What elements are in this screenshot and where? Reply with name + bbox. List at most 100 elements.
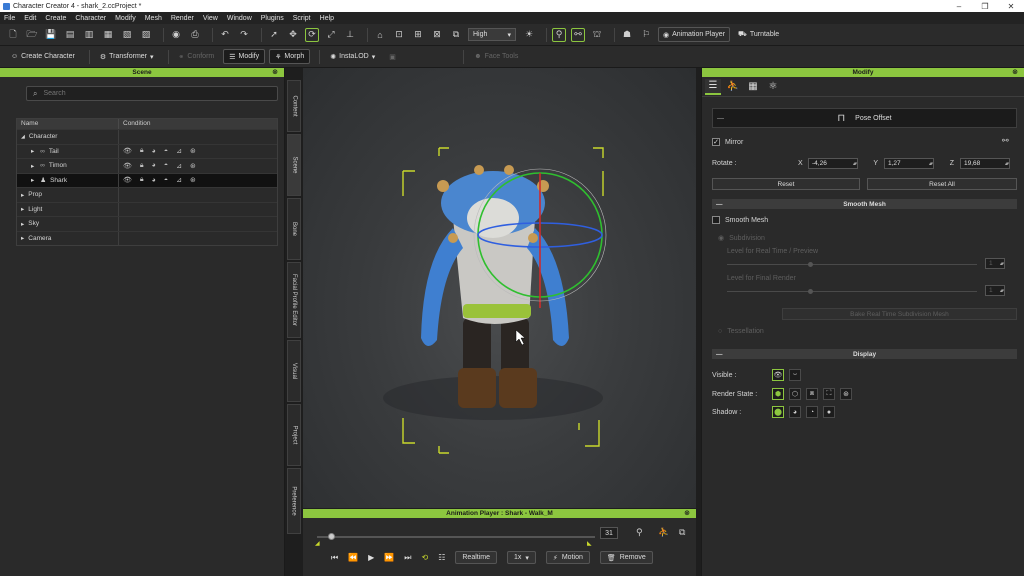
close-button[interactable]: ✕ [998,2,1024,11]
move-icon[interactable]: ✥ [286,28,300,42]
tree-row-light[interactable]: ▸ Light [17,201,277,216]
tree-row-prop[interactable]: ▸ Prop [17,187,277,202]
import-icon[interactable]: ▤ [63,28,77,42]
level-final-slider[interactable] [727,291,977,292]
display-section[interactable]: — Display [712,349,1017,359]
flat-shaded-icon[interactable]: ⬡ [789,388,801,400]
expand-icon[interactable]: ▸ [21,234,24,242]
redo-icon[interactable]: ↷ [237,28,251,42]
new-file-icon[interactable]: 🗋 [6,28,20,42]
lock-icon[interactable]: 🔒︎ [140,147,144,155]
menu-modify[interactable]: Modify [115,15,136,22]
menu-window[interactable]: Window [227,15,252,22]
close-icon[interactable]: ⊗ [684,509,690,518]
shadow-cast-icon[interactable]: ◕ [789,406,801,418]
reset-button[interactable]: Reset [712,178,860,190]
maximize-button[interactable]: ❐ [972,2,998,11]
face-tools-button[interactable]: ☻ Face Tools [469,49,523,64]
tree-row-shark[interactable]: ▸ ♟ Shark 👁 🔒︎ ◕ ◓ ⊿ ⊛ [17,172,277,187]
shading-icon[interactable]: ◕ [152,162,156,169]
tab-facial-profile-editor[interactable]: Facial Profile Editor [287,262,301,338]
light-icon[interactable]: ☀ [522,28,536,42]
mirror-checkbox[interactable]: ✓ [712,138,720,146]
menu-mesh[interactable]: Mesh [145,15,162,22]
quality-select[interactable]: High ▾ [468,28,516,41]
timeline-knob[interactable] [328,533,335,540]
xray-icon[interactable]: ⊛ [190,147,196,155]
wireframe-icon[interactable]: ⊿ [176,176,182,184]
wireframe-cube-icon[interactable]: ⧈ [806,388,818,400]
close-icon[interactable]: ⊗ [272,68,278,77]
home-view-icon[interactable]: ⌂ [373,28,387,42]
rotate-z-field[interactable]: 19,68 [960,158,1010,169]
expand-icon[interactable]: ▸ [21,205,24,213]
subdivision-radio[interactable]: ◉ [718,234,724,242]
tab-attributes-sliders-icon[interactable]: ☰ [705,78,721,95]
menu-edit[interactable]: Edit [24,15,36,22]
shadow-full-icon[interactable]: ⬤ [772,406,784,418]
wireframe-icon[interactable]: ⊿ [176,162,182,170]
export-fbx-icon[interactable]: ▦ [101,28,115,42]
range-start-marker[interactable]: ◢ [315,540,320,547]
reset-all-button[interactable]: Reset All [867,178,1017,190]
users-icon[interactable]: ☗ [620,28,634,42]
range-end-marker[interactable]: ◣ [587,540,592,547]
rotate-y-field[interactable]: 1,27 [884,158,934,169]
previous-frame-icon[interactable]: ⏪ [348,553,358,562]
level-final-knob[interactable] [808,289,813,294]
menu-file[interactable]: File [4,15,15,22]
visible-eye-icon[interactable]: 👁 [123,162,132,170]
select-icon[interactable]: ➚ [267,28,281,42]
zoom-extents-icon[interactable]: ⊠ [430,28,444,42]
expand-icon[interactable]: ▸ [21,191,24,199]
tessellation-radio[interactable]: ○ [718,328,722,335]
motion-button[interactable]: ⚡ Motion [545,551,590,564]
smooth-shaded-icon[interactable]: ⬢ [772,388,784,400]
menu-plugins[interactable]: Plugins [261,15,284,22]
turntable-button[interactable]: ⛟ Turntable [734,27,783,42]
play-icon[interactable]: ▶ [368,553,374,562]
viewport-canvas[interactable] [303,68,696,508]
tab-bone[interactable]: Bone [287,198,301,260]
fit-view-icon[interactable]: ⊞ [411,28,425,42]
timeline-slider[interactable] [317,533,595,540]
collapse-icon[interactable]: — [716,201,723,208]
link-bones-icon[interactable]: ⚯ [1002,136,1009,145]
layers-icon[interactable]: ⧉ [449,28,463,42]
camera-icon[interactable]: ⎙ [188,28,202,42]
tab-preference[interactable]: Preference [287,468,301,534]
shark-character[interactable] [421,165,569,408]
transformer-button[interactable]: ⚙ Transformer ▾ [95,49,159,64]
menu-view[interactable]: View [203,15,218,22]
tree-row-sky[interactable]: ▸ Sky [17,216,277,231]
tree-row-character[interactable]: ◢ Character [17,129,277,144]
tree-row-tail[interactable]: ▸ ∞ Tail 👁 🔒︎ ◕ ◓ ⊿ ⊛ [17,143,277,158]
level-final-field[interactable]: 1 [985,285,1005,296]
export-obj-icon[interactable]: ▧ [120,28,134,42]
character-motion-icon[interactable]: ⛹ [658,527,669,538]
conform-button[interactable]: ⚭ Conform [174,49,220,64]
expand-icon[interactable]: ▸ [31,162,34,170]
rotate-x-field[interactable]: -4,26 [808,158,858,169]
morph-button[interactable]: ⚘ Morph [269,49,311,64]
level-realtime-slider[interactable] [727,264,977,265]
window-mode-icon[interactable]: ⧉ [679,527,685,538]
lock-icon[interactable]: 🔒︎ [140,176,144,184]
smooth-mesh-checkbox[interactable] [712,216,720,224]
remove-button[interactable]: 🗑 Remove [599,551,653,564]
tab-project[interactable]: Project [287,404,301,466]
disabled-tool-button[interactable]: ▣ [384,49,454,64]
menu-create[interactable]: Create [45,15,66,22]
bone-icon[interactable]: ⚯ [571,27,585,42]
collapse-icon[interactable]: — [716,351,723,358]
tree-row-camera[interactable]: ▸ Camera [17,230,277,245]
visible-eye-icon[interactable]: 👁 [123,176,132,184]
flag-icon[interactable]: ⚐ [639,28,653,42]
tab-material-checker-icon[interactable]: ▦ [745,79,761,95]
xray-icon[interactable]: ⊛ [840,388,852,400]
tab-scene[interactable]: Scene [287,134,301,196]
lock-icon[interactable]: 🔒︎ [140,162,144,170]
close-icon[interactable]: ⊗ [1012,68,1018,77]
caption-icon[interactable]: ☷ [438,553,445,562]
xray-icon[interactable]: ⊛ [190,176,196,184]
